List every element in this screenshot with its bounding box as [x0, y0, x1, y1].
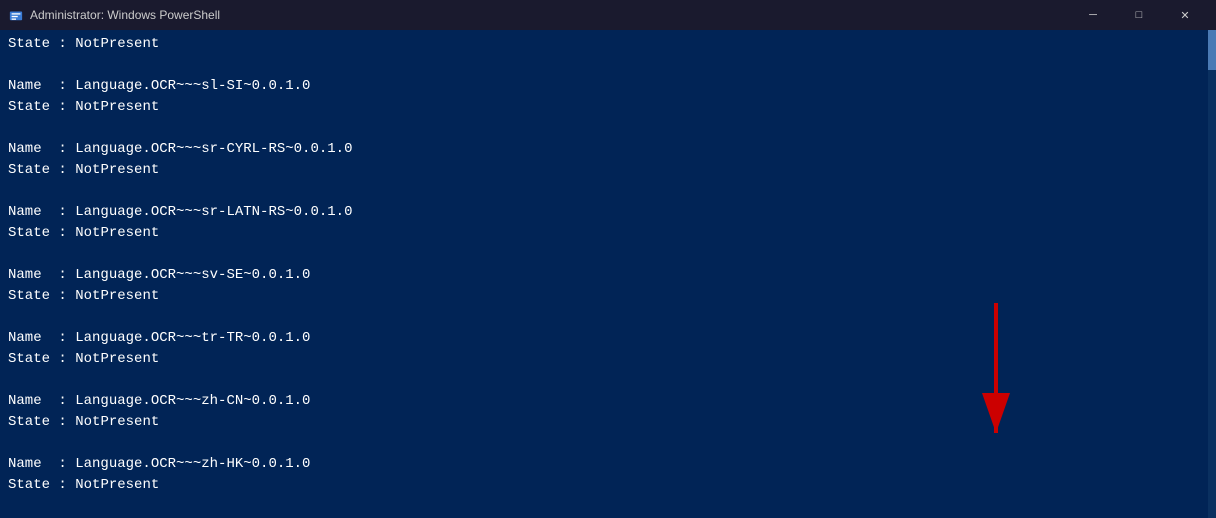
- console-line: State : NotPresent: [8, 160, 1208, 181]
- console-line: State : NotPresent: [8, 223, 1208, 244]
- console-line: State : NotPresent: [8, 34, 1208, 55]
- console-line: Name : Language.OCR~~~sv-SE~0.0.1.0: [8, 265, 1208, 286]
- console-val: Language.OCR~~~tr-TR~0.0.1.0: [75, 330, 310, 346]
- console-val: Language.OCR~~~zh-CN~0.0.1.0: [75, 393, 310, 409]
- console-val: Language.OCR~~~sr-LATN-RS~0.0.1.0: [75, 204, 352, 220]
- console-key: Name: [8, 141, 42, 157]
- console-sep: :: [50, 225, 75, 241]
- scrollbar[interactable]: [1208, 30, 1216, 518]
- console-val: NotPresent: [75, 225, 159, 241]
- console-sep: :: [42, 393, 76, 409]
- console-line: [8, 55, 1208, 76]
- console-line: [8, 181, 1208, 202]
- console-val: Language.OCR~~~zh-HK~0.0.1.0: [75, 456, 310, 472]
- console-sep: :: [50, 288, 75, 304]
- console-line: Name : Language.OCR~~~sr-CYRL-RS~0.0.1.0: [8, 139, 1208, 160]
- console-key: Name: [8, 204, 42, 220]
- console-val: NotPresent: [75, 36, 159, 52]
- console-line: State : NotPresent: [8, 97, 1208, 118]
- console-val: NotPresent: [75, 99, 159, 115]
- maximize-button[interactable]: □: [1116, 0, 1162, 30]
- console-line: [8, 496, 1208, 517]
- console-key: Name: [8, 267, 42, 283]
- titlebar-controls: ─ □ ✕: [1070, 0, 1208, 30]
- console-val: NotPresent: [75, 288, 159, 304]
- console-key: State: [8, 99, 50, 115]
- console-sep: :: [42, 456, 76, 472]
- console-val: NotPresent: [75, 162, 159, 178]
- console-val: NotPresent: [75, 414, 159, 430]
- console-val: Language.OCR~~~sr-CYRL-RS~0.0.1.0: [75, 141, 352, 157]
- titlebar-icon: [8, 7, 24, 23]
- console-line: [8, 118, 1208, 139]
- console-sep: :: [42, 141, 76, 157]
- console-sep: :: [50, 162, 75, 178]
- console-line: State : NotPresent: [8, 475, 1208, 496]
- console-sep: :: [50, 36, 75, 52]
- console-sep: :: [42, 267, 76, 283]
- console-val: Language.OCR~~~sv-SE~0.0.1.0: [75, 267, 310, 283]
- console-sep: :: [50, 99, 75, 115]
- console-key: State: [8, 288, 50, 304]
- console-sep: :: [50, 477, 75, 493]
- console-line: [8, 244, 1208, 265]
- close-button[interactable]: ✕: [1162, 0, 1208, 30]
- console-key: Name: [8, 78, 42, 94]
- console-sep: :: [50, 414, 75, 430]
- console-sep: :: [42, 330, 76, 346]
- scrollbar-thumb[interactable]: [1208, 30, 1216, 70]
- console-key: State: [8, 36, 50, 52]
- minimize-button[interactable]: ─: [1070, 0, 1116, 30]
- console-val: Language.OCR~~~sl-SI~0.0.1.0: [75, 78, 310, 94]
- console-key: State: [8, 477, 50, 493]
- arrow-annotation: [936, 303, 1056, 463]
- console-key: Name: [8, 393, 42, 409]
- console-sep: :: [42, 78, 76, 94]
- console-key: Name: [8, 330, 42, 346]
- console-sep: :: [42, 204, 76, 220]
- titlebar: Administrator: Windows PowerShell ─ □ ✕: [0, 0, 1216, 30]
- console-line: Name : Language.OCR~~~sr-LATN-RS~0.0.1.0: [8, 202, 1208, 223]
- console-key: Name: [8, 456, 42, 472]
- console-line: Name : Language.OCR~~~sl-SI~0.0.1.0: [8, 76, 1208, 97]
- console-key: State: [8, 351, 50, 367]
- console-sep: :: [50, 351, 75, 367]
- console-val: NotPresent: [75, 351, 159, 367]
- console-key: State: [8, 162, 50, 178]
- console-key: State: [8, 414, 50, 430]
- console-val: NotPresent: [75, 477, 159, 493]
- console-area: State : NotPresentName : Language.OCR~~~…: [0, 30, 1216, 518]
- titlebar-title: Administrator: Windows PowerShell: [30, 8, 1070, 22]
- console-key: State: [8, 225, 50, 241]
